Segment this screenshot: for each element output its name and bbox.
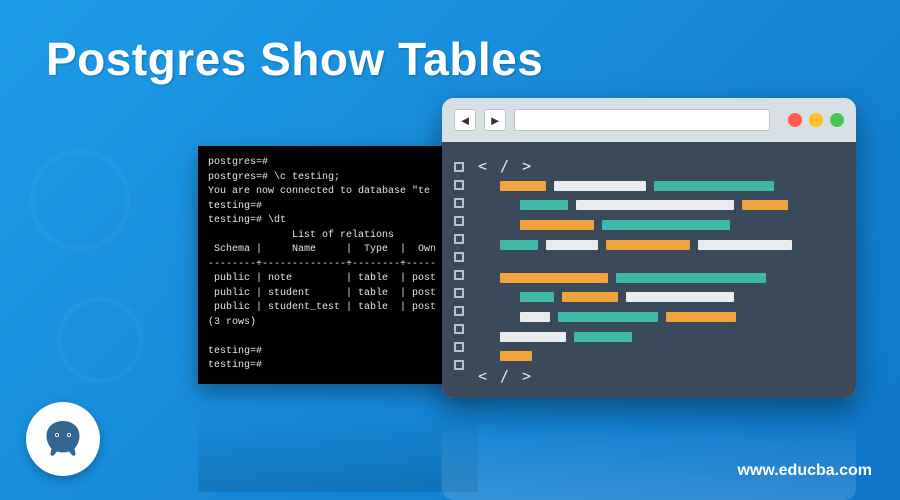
term-line: You are now connected to database "te [208,186,430,197]
code-bar [554,181,646,191]
term-divider: --------+--------------+--------+----- [208,259,436,270]
editor-reflection [442,404,856,500]
address-bar[interactable] [514,109,770,131]
code-bar [606,240,690,250]
term-line: testing=# [208,201,262,212]
gutter-marker-icon [454,180,464,190]
editor-toolbar: ◄ ► [442,98,856,142]
code-bar [742,200,788,210]
maximize-dot-icon[interactable] [830,113,844,127]
code-bar [500,240,538,250]
postgres-logo [26,402,100,476]
code-open-tag-icon: < / > [478,157,533,175]
gutter-marker-icon [454,234,464,244]
terminal-reflection [198,392,478,492]
editor-gutter [454,158,464,382]
code-bar [654,181,774,191]
code-bar [666,312,736,322]
term-heading: List of relations [208,230,394,241]
term-line: testing=# \dt [208,215,286,226]
term-row: public | note | table | post [208,273,436,284]
editor-window: ◄ ► < / > [442,98,856,398]
page-title: Postgres Show Tables [46,32,543,86]
code-bar [520,220,594,230]
term-row: public | student | table | post [208,288,436,299]
code-bar [546,240,598,250]
code-bar [562,292,618,302]
gutter-marker-icon [454,288,464,298]
footer-url: www.educba.com [737,462,872,480]
term-line: postgres=# \c testing; [208,172,340,183]
code-bar [500,273,608,283]
code-bar [574,332,632,342]
term-prompt: testing=# [208,360,262,371]
code-bar [520,200,568,210]
code-close-tag-icon: < / > [478,367,533,385]
close-dot-icon[interactable] [788,113,802,127]
gutter-marker-icon [454,162,464,172]
gutter-marker-icon [454,342,464,352]
chevron-left-icon: ◄ [459,113,472,128]
code-bar [500,351,532,361]
term-prompt: testing=# [208,346,262,357]
code-bar [520,312,550,322]
nav-forward-button[interactable]: ► [484,109,506,131]
terminal-window: postgres=# postgres=# \c testing; You ar… [198,146,478,384]
code-bar [602,220,730,230]
editor-body: < / > < / > [442,142,856,398]
chevron-right-icon: ► [489,113,502,128]
minimize-dot-icon[interactable] [809,113,823,127]
term-count: (3 rows) [208,317,256,328]
gutter-marker-icon [454,216,464,226]
gutter-marker-icon [454,324,464,334]
gutter-marker-icon [454,306,464,316]
elephant-icon [38,414,88,464]
gutter-marker-icon [454,198,464,208]
gutter-marker-icon [454,360,464,370]
code-bar [698,240,792,250]
term-row: public | student_test | table | post [208,302,436,313]
code-bar [616,273,766,283]
nav-back-button[interactable]: ◄ [454,109,476,131]
code-bar [626,292,734,302]
code-bar [558,312,658,322]
term-line: postgres=# [208,157,268,168]
gutter-marker-icon [454,252,464,262]
code-bar [520,292,554,302]
term-header-row: Schema | Name | Type | Own [208,244,436,255]
gutter-marker-icon [454,270,464,280]
window-controls [788,113,844,127]
code-area: < / > < / > [478,158,840,382]
code-bar [500,181,546,191]
code-bar [576,200,734,210]
code-bar [500,332,566,342]
